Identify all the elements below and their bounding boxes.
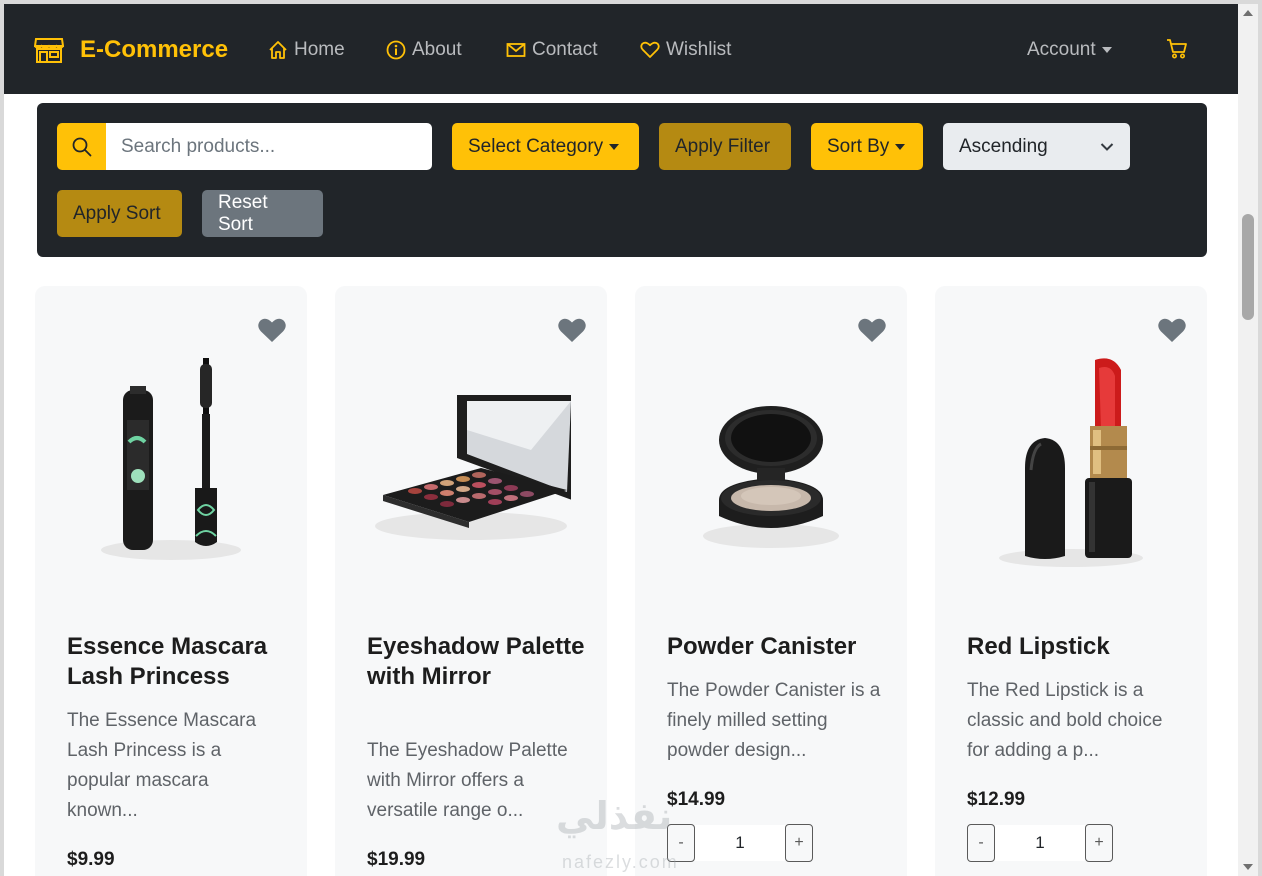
decrease-quantity-button[interactable]: - — [967, 824, 995, 862]
apply-filter-label: Apply Filter — [675, 135, 771, 157]
sort-by-dropdown[interactable]: Sort By — [811, 123, 923, 170]
scroll-up-arrow-icon[interactable] — [1243, 10, 1253, 16]
product-card[interactable]: Red Lipstick The Red Lipstick is a class… — [935, 286, 1207, 876]
navbar: E-Commerce Home About Contact Wishlist A… — [4, 4, 1238, 94]
product-title: Essence Mascara Lash Princess — [67, 633, 268, 690]
wishlist-heart-icon[interactable] — [1157, 316, 1187, 344]
nav-wishlist[interactable]: Wishlist — [640, 36, 731, 64]
product-description: The Eyeshadow Palette with Mirror offers… — [367, 740, 568, 821]
select-category-dropdown[interactable]: Select Category — [452, 123, 639, 170]
apply-sort-button[interactable]: Apply Sort — [57, 190, 182, 237]
search-button[interactable] — [57, 123, 106, 170]
search-group — [57, 123, 432, 170]
product-card[interactable]: Powder Canister The Powder Canister is a… — [635, 286, 907, 876]
caret-down-icon — [609, 143, 620, 150]
quantity-input[interactable]: 1 — [695, 825, 785, 861]
quantity-stepper: - 1 + — [667, 824, 817, 862]
nav-contact[interactable]: Contact — [506, 36, 597, 64]
product-price: $12.99 — [967, 789, 1026, 810]
mascara-image — [101, 358, 241, 560]
browser-window: E-Commerce Home About Contact Wishlist A… — [4, 4, 1238, 876]
product-title: Powder Canister — [667, 633, 857, 660]
info-icon — [386, 40, 406, 60]
sort-order-value: Ascending — [959, 135, 1048, 157]
envelope-icon — [506, 43, 526, 57]
nav-home[interactable]: Home — [268, 36, 345, 64]
account-label: Account — [1027, 39, 1096, 60]
home-icon — [269, 41, 287, 59]
increase-quantity-button[interactable]: + — [785, 824, 813, 862]
account-dropdown[interactable]: Account — [1027, 36, 1112, 64]
shop-icon — [34, 38, 64, 63]
eyeshadow-palette-image — [375, 395, 571, 540]
filter-panel: Select Category Apply Filter Sort By Asc… — [37, 103, 1207, 257]
nav-contact-label: Contact — [532, 39, 598, 60]
quantity-input[interactable]: 1 — [995, 825, 1085, 861]
wishlist-heart-icon[interactable] — [857, 316, 887, 344]
decrease-quantity-button[interactable]: - — [667, 824, 695, 862]
powder-canister-image — [703, 406, 839, 548]
product-price: $19.99 — [367, 849, 426, 870]
product-description: The Essence Mascara Lash Princess is a p… — [67, 710, 257, 821]
search-icon — [72, 137, 91, 156]
nav-about[interactable]: About — [386, 36, 462, 64]
chevron-down-icon — [1100, 142, 1114, 151]
select-category-label: Select Category — [468, 135, 604, 157]
product-price: $9.99 — [67, 849, 115, 870]
nav-home-label: Home — [294, 39, 345, 60]
product-title: Eyeshadow Palette with Mirror — [367, 633, 585, 690]
quantity-stepper: - 1 + — [967, 824, 1117, 862]
product-title: Red Lipstick — [967, 633, 1110, 660]
wishlist-heart-icon[interactable] — [557, 316, 587, 344]
product-description: The Powder Canister is a finely milled s… — [667, 680, 881, 761]
reset-sort-label: Reset Sort — [218, 191, 268, 235]
heart-outline-icon — [640, 41, 660, 58]
product-card[interactable]: Essence Mascara Lash Princess The Essenc… — [35, 286, 307, 876]
brand[interactable]: E-Commerce — [34, 34, 228, 66]
scroll-down-arrow-icon[interactable] — [1243, 864, 1253, 870]
sort-order-select[interactable]: Ascending — [943, 123, 1130, 170]
product-price: $14.99 — [667, 789, 726, 810]
apply-sort-label: Apply Sort — [73, 202, 161, 224]
product-description: The Red Lipstick is a classic and bold c… — [967, 680, 1163, 761]
sort-by-label: Sort By — [827, 135, 890, 157]
apply-filter-button[interactable]: Apply Filter — [659, 123, 791, 170]
search-input[interactable] — [106, 123, 432, 170]
nav-about-label: About — [412, 39, 462, 60]
caret-down-icon — [895, 143, 906, 150]
scrollbar-thumb[interactable] — [1242, 214, 1254, 320]
product-card[interactable]: Eyeshadow Palette with Mirror The Eyesha… — [335, 286, 607, 876]
reset-sort-button[interactable]: Reset Sort — [202, 190, 323, 237]
increase-quantity-button[interactable]: + — [1085, 824, 1113, 862]
wishlist-heart-icon[interactable] — [257, 316, 287, 344]
vertical-scrollbar[interactable] — [1238, 4, 1258, 876]
caret-down-icon — [1101, 47, 1112, 53]
cart-icon[interactable] — [1166, 38, 1188, 60]
nav-wishlist-label: Wishlist — [666, 39, 732, 60]
brand-name: E-Commerce — [80, 36, 229, 63]
lipstick-image — [999, 358, 1143, 567]
